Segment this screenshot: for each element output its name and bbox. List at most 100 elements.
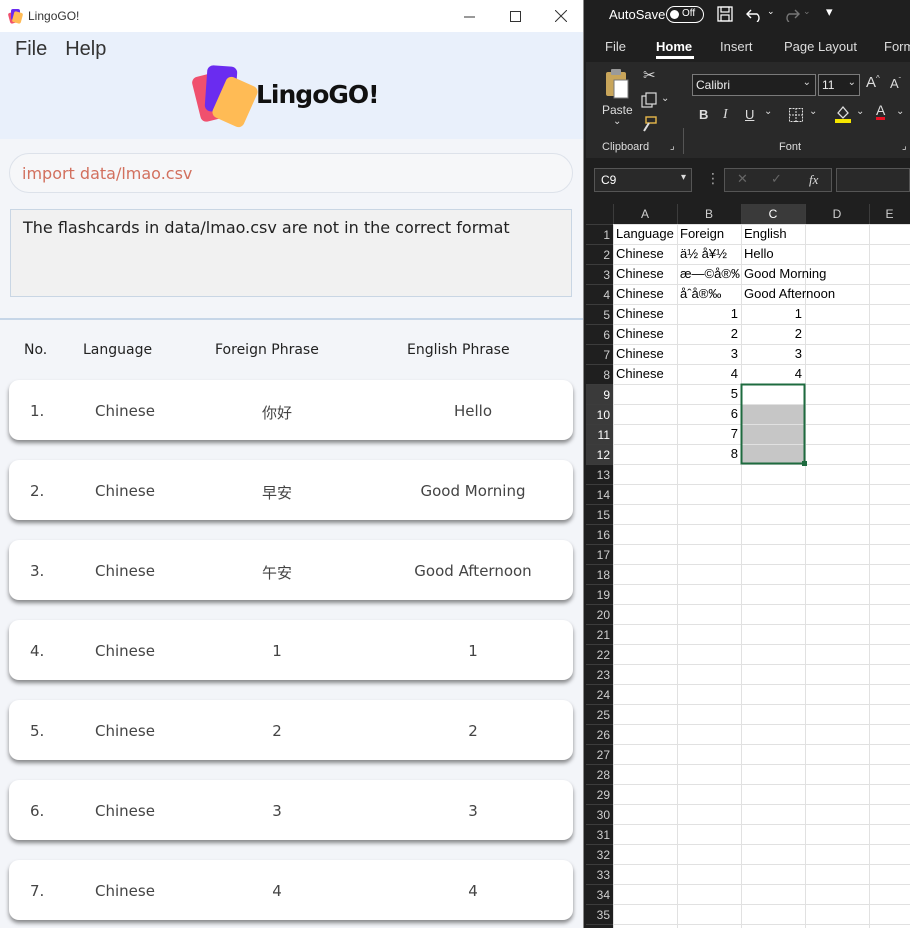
cell: Chinese xyxy=(616,246,664,261)
cell: 4 xyxy=(794,366,802,381)
close-button[interactable] xyxy=(538,0,583,32)
flashcard-english-phrase: 3 xyxy=(468,802,478,820)
cell: Chinese xyxy=(616,326,664,341)
flashcard-row[interactable]: 6. Chinese 3 3 xyxy=(9,780,573,840)
row-header: 10 xyxy=(596,408,610,422)
underline-dropdown-icon[interactable]: ⌄ xyxy=(764,106,772,117)
flashcard-row[interactable]: 3. Chinese 午安 Good Afternoon xyxy=(9,540,573,600)
bold-icon[interactable]: B xyxy=(699,107,708,122)
maximize-button[interactable] xyxy=(492,0,538,32)
flashcard-row[interactable]: 2. Chinese 早安 Good Morning xyxy=(9,460,573,520)
row-header: 18 xyxy=(596,568,610,582)
more-options-icon[interactable]: ⋮ xyxy=(706,171,720,187)
font-color-dropdown-icon[interactable]: ⌄ xyxy=(896,106,904,117)
toggle-knob xyxy=(670,10,679,19)
column-header-a: A xyxy=(640,207,649,221)
fill-color-dropdown-icon[interactable]: ⌄ xyxy=(856,106,864,117)
column-language: Language xyxy=(83,342,153,358)
borders-dropdown-icon[interactable]: ⌄ xyxy=(809,106,817,117)
font-size-dropdown-icon[interactable]: ⌄ xyxy=(848,77,856,88)
flashcard-english-phrase: Good Afternoon xyxy=(414,562,532,580)
fill-handle[interactable] xyxy=(802,461,807,466)
minimize-button[interactable] xyxy=(446,0,492,32)
tab-home[interactable]: Home xyxy=(656,39,692,54)
spreadsheet-grid[interactable]: A B C D E 1 2 3 4 5 6 7 8 9 10 11 12 13 14 15 16 17 18 19 20 21 22… xyxy=(586,204,910,928)
row-header: 23 xyxy=(596,668,610,682)
italic-icon[interactable]: I xyxy=(723,107,728,123)
cell: Chinese xyxy=(616,266,664,281)
borders-icon[interactable] xyxy=(789,108,803,122)
title-bar[interactable]: LingoGO! xyxy=(0,0,583,32)
font-name-box[interactable]: Calibri ⌄ xyxy=(692,74,816,96)
cancel-entry-icon[interactable]: ✕ xyxy=(737,172,748,187)
font-size-box[interactable]: 11 ⌄ xyxy=(818,74,860,96)
tab-page-layout[interactable]: Page Layout xyxy=(784,39,857,54)
name-box-dropdown-icon[interactable]: ▾ xyxy=(681,172,686,183)
flashcard-english-phrase: 4 xyxy=(468,882,478,900)
flashcard-english-phrase: 1 xyxy=(468,642,478,660)
font-launcher-icon[interactable]: ⌟ xyxy=(902,141,907,152)
flashcard-row[interactable]: 7. Chinese 4 4 xyxy=(9,860,573,920)
name-box[interactable]: C9 ▾ xyxy=(594,168,692,192)
copy-dropdown-icon[interactable]: ⌄ xyxy=(661,93,669,104)
flashcard-number: 4. xyxy=(30,642,45,660)
paste-icon[interactable] xyxy=(604,68,630,100)
copy-icon[interactable] xyxy=(641,92,657,108)
menu-help[interactable]: Help xyxy=(65,38,106,61)
fill-color-icon[interactable] xyxy=(835,105,851,123)
undo-icon[interactable] xyxy=(746,6,764,22)
redo-icon[interactable] xyxy=(782,6,800,22)
autosave-toggle[interactable]: Off xyxy=(666,6,704,23)
menu-file[interactable]: File xyxy=(15,38,47,61)
insert-function-icon[interactable]: fx xyxy=(809,172,818,188)
row-header: 15 xyxy=(596,508,610,522)
row-header: 24 xyxy=(596,688,610,702)
lingogo-app-icon xyxy=(7,9,24,24)
decrease-font-size-icon[interactable]: Aˇ xyxy=(890,76,901,91)
flashcard-language: Chinese xyxy=(95,562,155,580)
divider[interactable] xyxy=(0,318,583,320)
close-icon xyxy=(555,10,567,22)
row-header: 31 xyxy=(596,828,610,842)
flashcard-language: Chinese xyxy=(95,882,155,900)
row-header: 17 xyxy=(596,548,610,562)
format-painter-icon[interactable] xyxy=(641,116,657,132)
cut-icon[interactable]: ✂ xyxy=(643,66,656,84)
formula-input[interactable] xyxy=(836,168,910,192)
underline-icon[interactable]: U xyxy=(745,107,754,122)
flashcard-foreign-phrase: 2 xyxy=(272,722,282,740)
flashcard-column-headers: No. Language Foreign Phrase English Phra… xyxy=(0,342,583,362)
tab-file[interactable]: File xyxy=(605,39,626,54)
flashcard-row[interactable]: 5. Chinese 2 2 xyxy=(9,700,573,760)
paste-dropdown-icon[interactable]: ⌄ xyxy=(613,116,621,127)
cell: Good Afternoon xyxy=(744,286,836,301)
flashcard-row[interactable]: 1. Chinese 你好 Hello xyxy=(9,380,573,440)
row-header: 25 xyxy=(596,708,610,722)
paste-label[interactable]: Paste xyxy=(602,103,633,117)
cell: English xyxy=(744,226,787,241)
cell: Hello xyxy=(744,246,774,261)
increase-font-size-icon[interactable]: A^ xyxy=(866,74,880,91)
menu-bar: File Help xyxy=(15,38,106,61)
row-header: 33 xyxy=(596,868,610,882)
command-input[interactable]: import data/lmao.csv xyxy=(9,153,573,193)
redo-dropdown-icon: ⌄ xyxy=(803,6,811,16)
flashcard-language: Chinese xyxy=(95,642,155,660)
customize-toolbar-icon[interactable]: ▾ xyxy=(826,4,833,20)
clipboard-launcher-icon[interactable]: ⌟ xyxy=(670,141,675,152)
tab-insert[interactable]: Insert xyxy=(720,39,753,54)
cell: 2 xyxy=(794,326,802,341)
font-name-dropdown-icon[interactable]: ⌄ xyxy=(803,77,811,88)
confirm-entry-icon[interactable]: ✓ xyxy=(771,172,782,187)
cell: 6 xyxy=(730,406,738,421)
flashcard-row[interactable]: 4. Chinese 1 1 xyxy=(9,620,573,680)
row-header: 3 xyxy=(603,268,610,282)
save-icon[interactable] xyxy=(717,6,733,22)
tab-formulas[interactable]: Form xyxy=(884,39,910,54)
undo-dropdown-icon[interactable]: ⌄ xyxy=(767,6,775,17)
cell: Good Morning xyxy=(744,266,827,281)
font-color-icon[interactable]: A xyxy=(876,103,886,120)
column-english-phrase: English Phrase xyxy=(407,342,510,358)
formula-buttons: ✕ ✓ fx xyxy=(724,168,832,192)
flashcard-foreign-phrase: 你好 xyxy=(261,404,292,422)
